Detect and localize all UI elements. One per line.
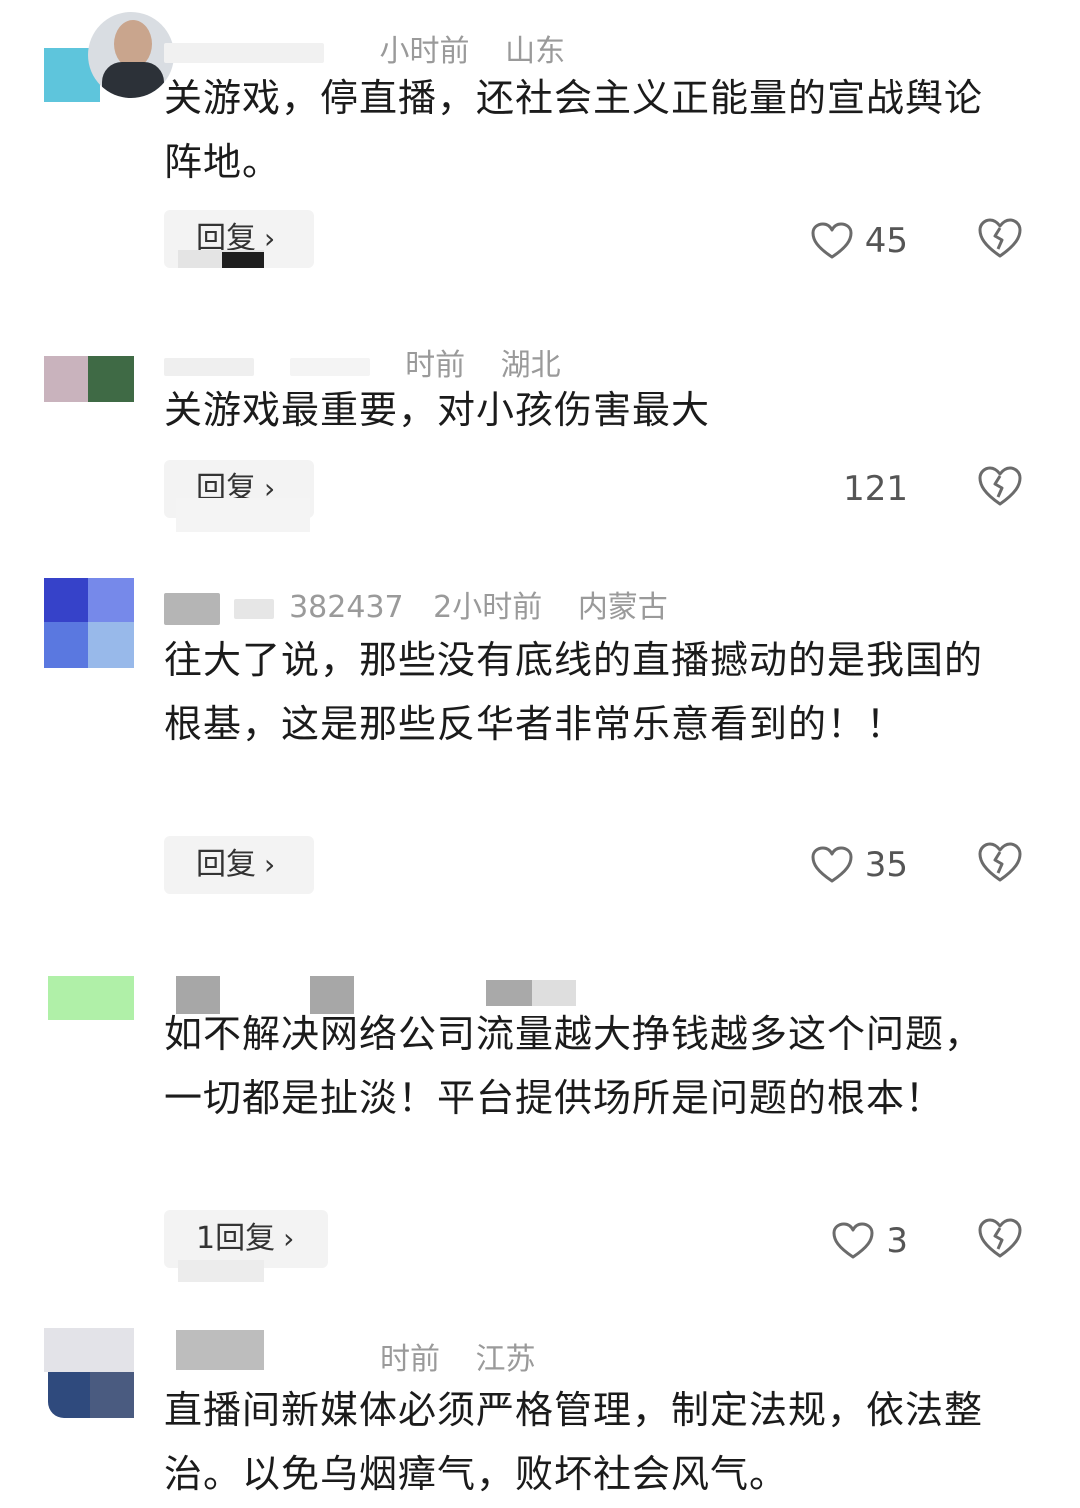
avatar[interactable]	[44, 976, 134, 1066]
broken-heart-icon[interactable]	[976, 840, 1024, 888]
avatar[interactable]	[44, 578, 134, 668]
avatar[interactable]	[44, 12, 174, 102]
chevron-right-icon: ›	[264, 848, 276, 881]
like-group[interactable]: 3	[832, 1216, 908, 1266]
heart-outline-icon[interactable]	[811, 222, 853, 260]
like-group[interactable]: 35	[811, 840, 908, 890]
username-redacted	[176, 1330, 264, 1370]
broken-heart-icon[interactable]	[976, 216, 1024, 264]
heart-outline-icon[interactable]	[832, 1222, 874, 1260]
comment-meta: 时前 江苏	[380, 1334, 562, 1378]
broken-heart-icon[interactable]	[976, 464, 1024, 512]
chevron-right-icon: ›	[264, 222, 276, 255]
avatar[interactable]	[44, 1328, 134, 1418]
reply-button[interactable]: 回复 ›	[164, 836, 314, 894]
comment-meta: 小时前 山东	[164, 26, 591, 70]
comment-time: 2小时前	[433, 590, 543, 625]
like-group[interactable]: 121	[843, 464, 908, 514]
comment-text: 直播间新媒体必须严格管理，制定法规，依法整治。以免乌烟瘴气，败坏社会风气。	[164, 1388, 984, 1496]
comment-region: 内蒙古	[577, 590, 668, 625]
comment-region: 江苏	[475, 1342, 536, 1377]
comment-time: 小时前	[379, 34, 470, 69]
like-group[interactable]: 45	[811, 216, 908, 266]
comment-text: 往大了说，那些没有底线的直播撼动的是我国的根基，这是那些反华者非常乐意看到的！！	[164, 638, 984, 746]
comment-time: 时前	[380, 1342, 440, 1377]
like-count: 35	[864, 845, 908, 885]
user-id-suffix: 382437	[289, 590, 404, 625]
comment-region: 山东	[505, 34, 566, 69]
comment-meta: 382437 2小时前 内蒙古	[164, 582, 694, 626]
broken-heart-icon[interactable]	[976, 1216, 1024, 1264]
like-count: 3	[886, 1221, 908, 1261]
like-count: 121	[843, 469, 908, 509]
comment-text: 关游戏，停直播，还社会主义正能量的宣战舆论阵地。	[164, 76, 984, 184]
chevron-right-icon: ›	[283, 1222, 295, 1255]
comment-text: 关游戏最重要，对小孩伤害最大	[164, 388, 711, 432]
like-count: 45	[864, 221, 908, 261]
reply-label: 回复	[196, 847, 256, 882]
comment-text: 如不解决网络公司流量越大挣钱越多这个问题，一切都是扯淡！平台提供场所是问题的根本…	[164, 1012, 984, 1120]
avatar[interactable]	[44, 356, 134, 446]
heart-outline-icon[interactable]	[811, 846, 853, 884]
reply-label: 1回复	[196, 1221, 276, 1256]
